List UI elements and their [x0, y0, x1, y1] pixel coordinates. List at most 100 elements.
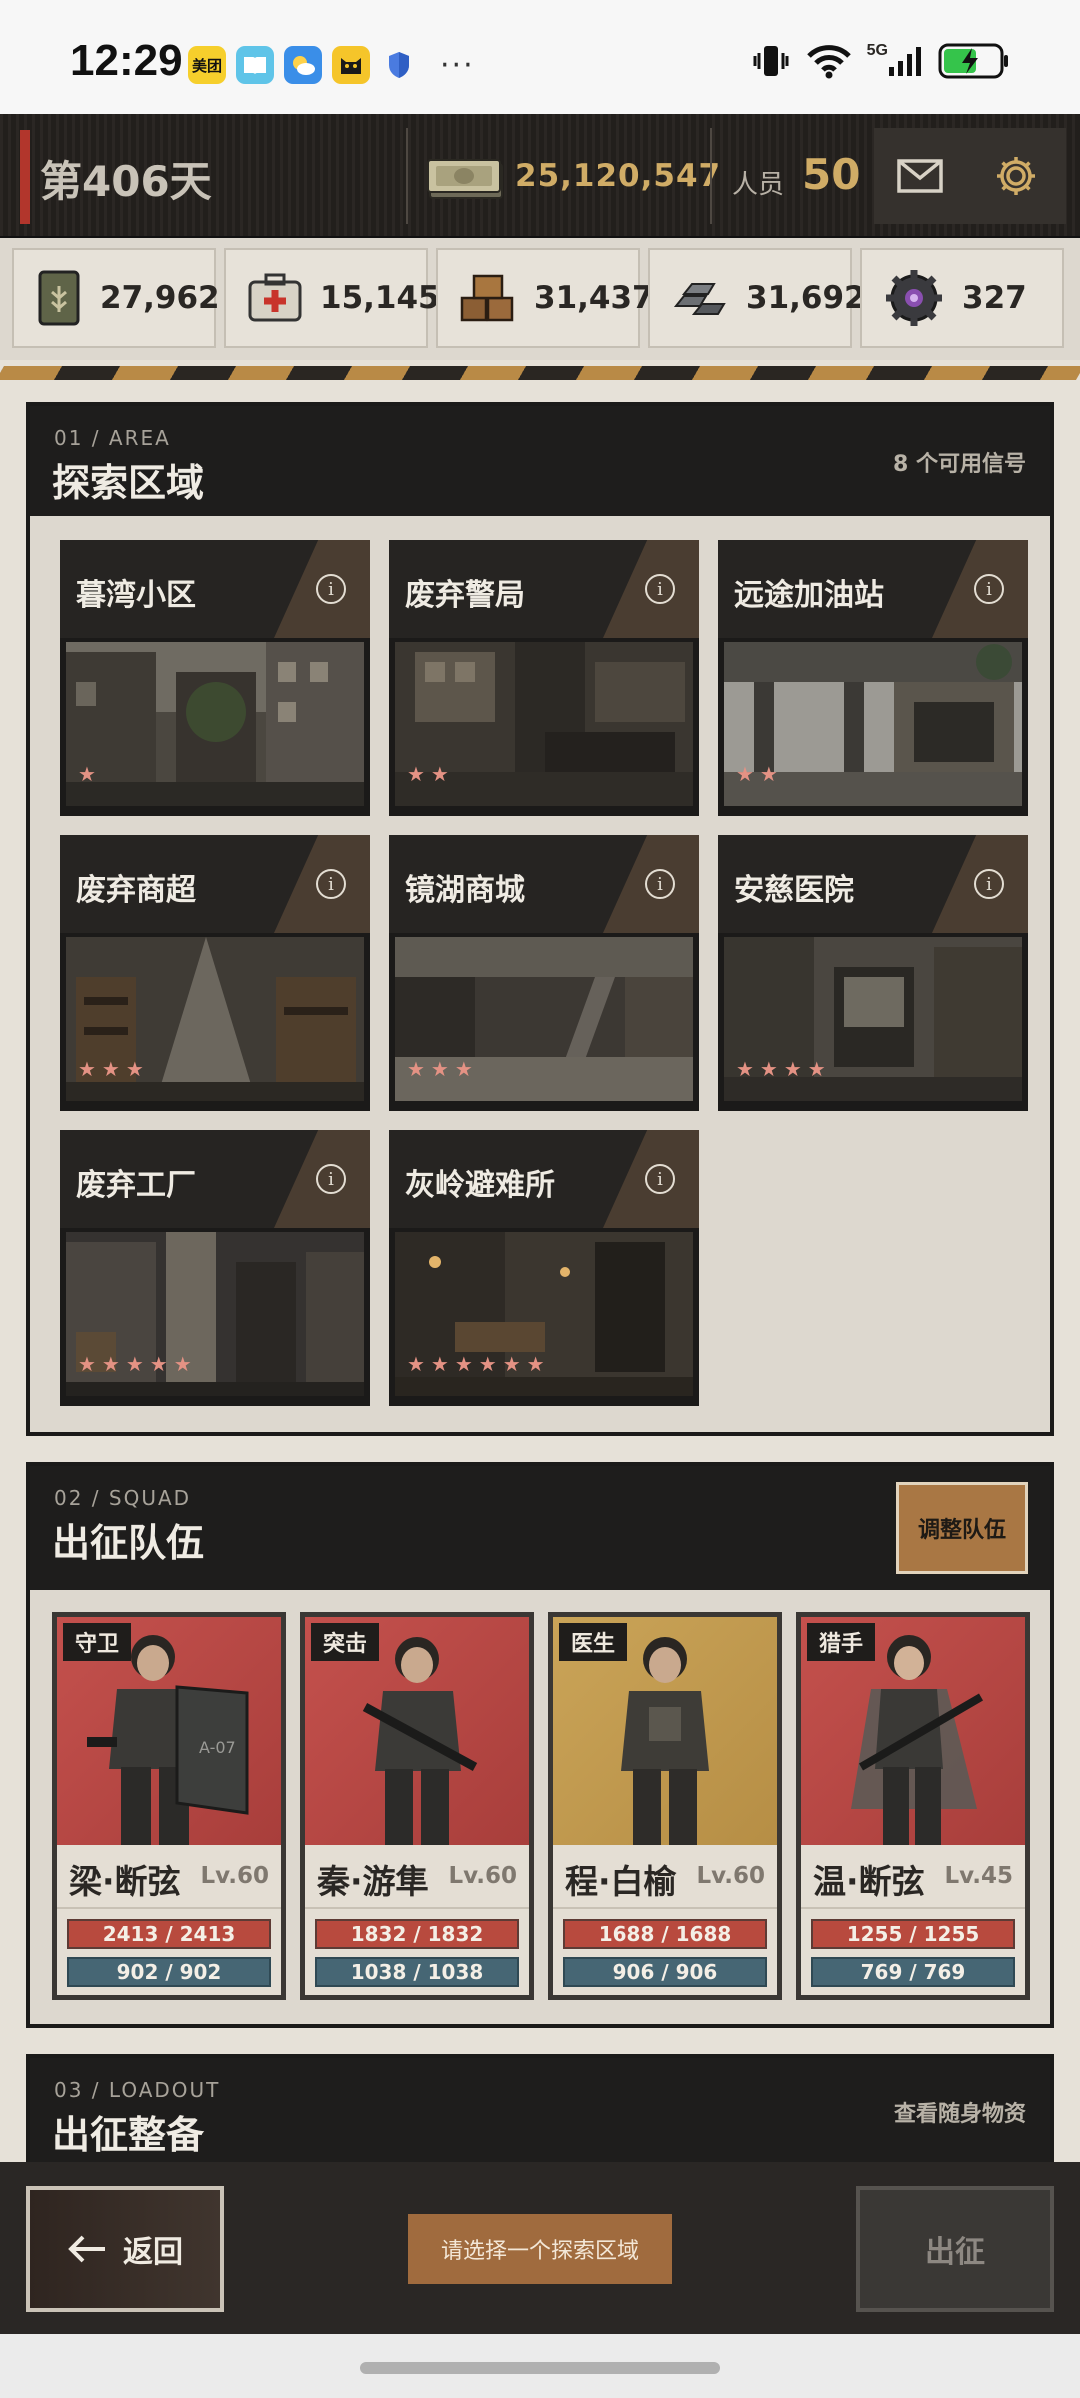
difficulty-stars: ★ — [78, 762, 102, 786]
mail-button[interactable] — [874, 128, 966, 224]
core-value: 327 — [962, 280, 1027, 316]
squad-member-card[interactable]: 医生 程·白榆 Lv.60 1688 / 1688 906 / 906 — [548, 1612, 782, 2000]
cash-bundle-icon — [427, 159, 503, 199]
member-level: Lv.60 — [448, 1863, 517, 1889]
hp-bar: 1832 / 1832 — [315, 1919, 519, 1949]
back-button[interactable]: 返回 — [26, 2186, 224, 2312]
member-role: 守卫 — [63, 1623, 132, 1661]
energy-bar: 1038 / 1038 — [315, 1957, 519, 1987]
resource-core: 327 — [860, 248, 1064, 348]
area-card[interactable]: 废弃警局 i ★★ — [389, 540, 699, 816]
area-name: 暮湾小区 — [76, 578, 196, 613]
food-value: 27,962 — [100, 280, 220, 316]
member-name: 程·白榆 — [565, 1862, 677, 1901]
info-icon[interactable]: i — [974, 574, 1004, 604]
area-card[interactable]: 镜湖商城 i ★★★ — [389, 835, 699, 1111]
info-icon[interactable]: i — [974, 869, 1004, 899]
difficulty-stars: ★★ — [736, 762, 784, 786]
loadout-section-sub: 03 / LOADOUT — [54, 2078, 221, 2102]
area-card[interactable]: 废弃工厂 i ★★★★★ — [60, 1130, 370, 1406]
vibrate-icon — [753, 46, 789, 76]
system-indicators: 5G — [751, 42, 1010, 80]
wood-value: 31,437 — [534, 280, 654, 316]
difficulty-stars: ★★★★★ — [78, 1352, 198, 1376]
energy-bar: 906 / 906 — [563, 1957, 767, 1987]
area-name: 远途加油站 — [734, 578, 884, 613]
info-icon[interactable]: i — [645, 1164, 675, 1194]
member-level: Lv.45 — [944, 1863, 1013, 1889]
network-type: 5G — [866, 42, 888, 59]
medicine-value: 15,145 — [320, 280, 440, 316]
metal-ingots-icon — [670, 266, 730, 330]
system-nav-bar — [0, 2334, 1080, 2398]
squad-section-title: 出征队伍 — [52, 1521, 205, 1565]
member-level: Lv.60 — [200, 1863, 269, 1889]
staff-count: 50 — [802, 150, 861, 199]
metal-value: 31,692 — [746, 280, 866, 316]
member-role: 突击 — [311, 1623, 380, 1661]
resource-medicine: 15,145 — [224, 248, 440, 348]
money-amount: 25,120,547 — [515, 158, 722, 194]
view-supplies-link[interactable]: 查看随身物资 — [894, 2096, 1026, 2128]
home-indicator[interactable] — [360, 2362, 720, 2374]
settings-button[interactable] — [966, 128, 1066, 224]
member-portrait: A-07 守卫 — [57, 1617, 281, 1845]
back-label: 返回 — [123, 2235, 183, 2270]
difficulty-stars: ★★ — [407, 762, 455, 786]
more-notifications: ··· — [440, 47, 475, 83]
hp-bar: 1688 / 1688 — [563, 1919, 767, 1949]
squad-member-card[interactable]: 猎手 温·断弦 Lv.45 1255 / 1255 769 / 769 — [796, 1612, 1030, 2000]
staff-label: 人员 — [732, 170, 785, 200]
member-name: 温·断弦 — [813, 1862, 925, 1901]
info-icon[interactable]: i — [645, 574, 675, 604]
area-name: 灰岭避难所 — [405, 1168, 555, 1203]
resource-food: 27,962 — [12, 248, 220, 348]
game-header: 第406天 25,120,547 人员 50 — [0, 114, 1080, 238]
reader-icon — [236, 46, 274, 84]
difficulty-stars: ★★★ — [78, 1057, 150, 1081]
area-panel-header: 01 / AREA 探索区域 8 个可用信号 — [30, 406, 1050, 516]
meituan-icon: 美团 — [188, 46, 226, 84]
energy-bar: 902 / 902 — [67, 1957, 271, 1987]
area-name: 废弃警局 — [405, 578, 525, 613]
info-icon[interactable]: i — [645, 869, 675, 899]
area-card[interactable]: 暮湾小区 i ★ — [60, 540, 370, 816]
area-name: 安慈医院 — [734, 873, 854, 908]
battery-icon — [938, 43, 1008, 79]
info-icon[interactable]: i — [316, 1164, 346, 1194]
squad-panel-header: 02 / SQUAD 出征队伍 调整队伍 — [30, 1466, 1050, 1590]
gear-icon — [997, 157, 1035, 195]
deploy-button[interactable]: 出征 — [856, 2186, 1054, 2312]
resource-bar: 27,962 15,145 31,437 31,692 327 — [0, 238, 1080, 360]
loadout-panel: 03 / LOADOUT 出征整备 查看随身物资 — [26, 2054, 1054, 2178]
signal-icon — [889, 47, 921, 76]
info-icon[interactable]: i — [316, 869, 346, 899]
area-name: 废弃商超 — [76, 873, 196, 908]
resource-metal: 31,692 — [648, 248, 866, 348]
area-scene-image — [66, 642, 364, 806]
squad-member-card[interactable]: A-07 守卫 梁·断弦 Lv.60 2413 / 2413 902 / 902 — [52, 1612, 286, 2000]
mail-icon — [897, 159, 943, 193]
member-level: Lv.60 — [696, 1863, 765, 1889]
area-name: 镜湖商城 — [405, 873, 525, 908]
energy-bar: 769 / 769 — [811, 1957, 1015, 1987]
adjust-squad-button[interactable]: 调整队伍 — [896, 1482, 1028, 1574]
loadout-section-title: 出征整备 — [52, 2113, 205, 2157]
squad-panel: 02 / SQUAD 出征队伍 调整队伍 A-07 守卫 梁·断弦 Lv.60 … — [26, 1462, 1054, 2028]
area-panel: 01 / AREA 探索区域 8 个可用信号 暮湾小区 i ★ 废弃警局 i ★… — [26, 402, 1054, 1436]
area-card[interactable]: 灰岭避难所 i ★★★★★★ — [389, 1130, 699, 1406]
area-card[interactable]: 安慈医院 i ★★★★ — [718, 835, 1028, 1111]
squad-member-card[interactable]: 突击 秦·游隼 Lv.60 1832 / 1832 1038 / 1038 — [300, 1612, 534, 2000]
info-icon[interactable]: i — [316, 574, 346, 604]
hp-bar: 2413 / 2413 — [67, 1919, 271, 1949]
difficulty-stars: ★★★★★★ — [407, 1352, 551, 1376]
weather-icon — [284, 46, 322, 84]
area-card[interactable]: 远途加油站 i ★★ — [718, 540, 1028, 816]
area-name: 废弃工厂 — [76, 1168, 196, 1203]
wifi-icon — [806, 45, 851, 79]
food-can-icon — [34, 266, 84, 330]
day-accent-bar — [20, 130, 30, 224]
area-card[interactable]: 废弃商超 i ★★★ — [60, 835, 370, 1111]
notification-icons: 美团 ··· — [188, 46, 475, 84]
header-divider — [710, 128, 712, 224]
